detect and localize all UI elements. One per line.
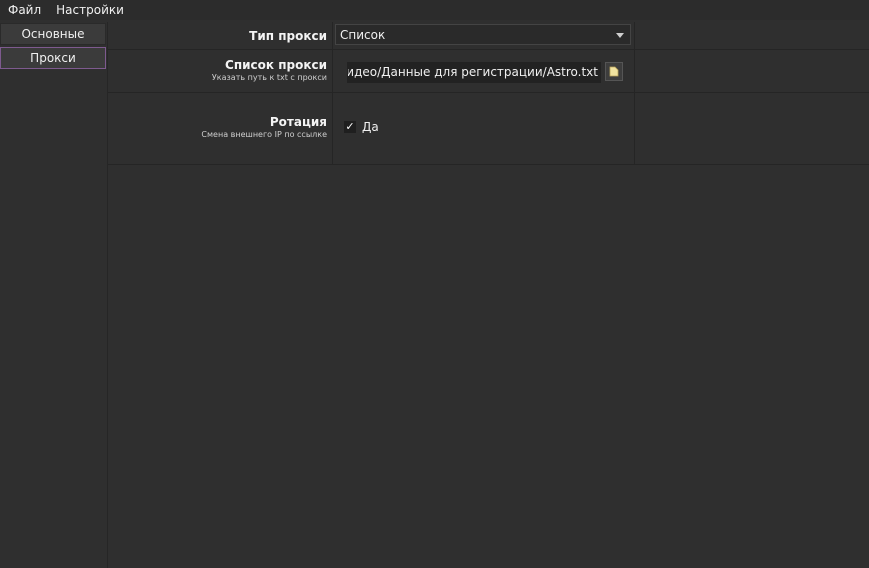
proxy-path-value: МВидео/Данные для регистрации/Astro.txt bbox=[347, 65, 598, 79]
rotation-sublabel: Смена внешнего IP по ссылке bbox=[201, 130, 327, 139]
rotation-label-cell: Ротация Смена внешнего IP по ссылке bbox=[108, 93, 333, 164]
rotation-label: Ротация bbox=[269, 115, 327, 129]
proxy-list-value-cell: МВидео/Данные для регистрации/Astro.txt bbox=[334, 50, 635, 92]
rotation-checkbox[interactable]: ✓ bbox=[344, 121, 356, 133]
row-proxy-type: Тип прокси Список bbox=[108, 22, 869, 50]
row-proxy-list: Список прокси Указать путь к txt с прокс… bbox=[108, 50, 869, 93]
proxy-type-label-cell: Тип прокси bbox=[108, 22, 333, 49]
proxy-type-select[interactable]: Список bbox=[335, 24, 631, 45]
proxy-type-value-cell: Список bbox=[334, 22, 635, 49]
checkmark-icon: ✓ bbox=[345, 120, 355, 133]
chevron-down-icon bbox=[616, 33, 624, 38]
proxy-path-input[interactable]: МВидео/Данные для регистрации/Astro.txt bbox=[347, 62, 601, 83]
proxy-type-value: Список bbox=[340, 27, 386, 42]
menu-bar: Файл Настройки bbox=[0, 0, 869, 20]
browse-button[interactable] bbox=[605, 62, 623, 81]
rotation-checkbox-label[interactable]: Да bbox=[362, 120, 379, 134]
settings-panel: Тип прокси Список Список прокси Указать … bbox=[108, 22, 869, 568]
proxy-list-sublabel: Указать путь к txt с прокси bbox=[211, 73, 327, 82]
sidebar: Основные Прокси bbox=[0, 22, 108, 568]
proxy-type-label: Тип прокси bbox=[249, 29, 327, 43]
menu-file[interactable]: Файл bbox=[0, 1, 48, 19]
sidebar-item-main[interactable]: Основные bbox=[0, 23, 106, 45]
proxy-list-label: Список прокси bbox=[225, 58, 327, 72]
menu-settings[interactable]: Настройки bbox=[48, 1, 131, 19]
sidebar-item-proxy[interactable]: Прокси bbox=[0, 47, 106, 69]
rotation-value-cell: ✓ Да bbox=[334, 93, 635, 164]
folder-icon bbox=[609, 66, 619, 77]
row-rotation: Ротация Смена внешнего IP по ссылке ✓ Да bbox=[108, 93, 869, 165]
proxy-list-label-cell: Список прокси Указать путь к txt с прокс… bbox=[108, 50, 333, 92]
